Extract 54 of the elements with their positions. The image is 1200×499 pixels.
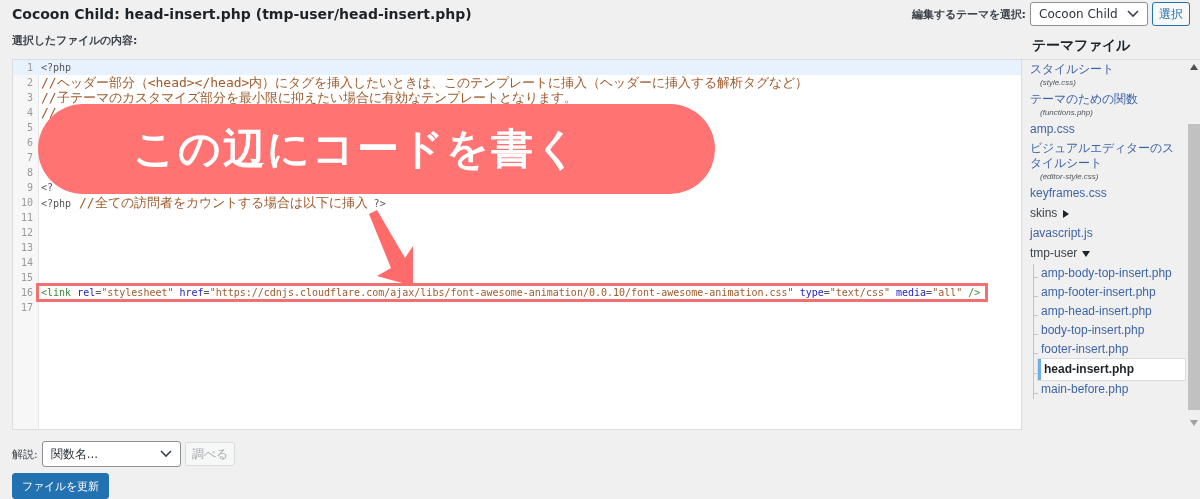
code-editor[interactable] bbox=[12, 59, 1022, 430]
code-text: <?php //全ての訪問者をカウントする場合は以下に挿入 ?> bbox=[40, 193, 387, 212]
line-number: 9 bbox=[25, 182, 33, 193]
line-number: 2 bbox=[25, 77, 33, 88]
file-link[interactable]: amp.css bbox=[1030, 120, 1185, 139]
theme-select-label: 編集するテーマを選択: bbox=[911, 6, 1026, 22]
folder-toggle[interactable]: skins bbox=[1030, 206, 1058, 221]
docs-label: 解説: bbox=[12, 446, 38, 462]
file-link[interactable]: body-top-insert.php bbox=[1038, 321, 1185, 340]
file-link[interactable]: main-before.php bbox=[1038, 380, 1185, 399]
file-link[interactable]: head-insert.php bbox=[1038, 359, 1185, 380]
line-number: 10 bbox=[19, 197, 33, 208]
line-number: 1 bbox=[25, 62, 33, 73]
line-number: 15 bbox=[19, 272, 33, 283]
select-button[interactable]: 選択 bbox=[1152, 2, 1190, 26]
line-number: 13 bbox=[19, 242, 33, 253]
file-link[interactable]: amp-head-insert.php bbox=[1038, 302, 1185, 321]
caret-down-icon[interactable] bbox=[1082, 249, 1091, 258]
sidebar-title: テーマファイル bbox=[1031, 36, 1131, 55]
code-text: <? bbox=[40, 182, 55, 193]
file-link[interactable]: スタイルシート (style.css) bbox=[1030, 60, 1185, 90]
code-text: //子テーマのカスタマイズ部分を最小限に抑えたい場合に有効なテンプレートとなります。 bbox=[40, 89, 578, 107]
update-file-button[interactable]: ファイルを更新 bbox=[12, 473, 109, 499]
code-text: //ヘッダー部分（<head></head>内）にタグを挿入したいときは、このテンプレートに挿入（ヘッダーに挿入する解析タグなど） bbox=[40, 73, 810, 90]
line-number: 6 bbox=[25, 137, 33, 148]
line-number: 3 bbox=[25, 92, 33, 103]
code-text: // bbox=[40, 105, 58, 120]
line-number: 17 bbox=[19, 302, 33, 313]
file-link[interactable]: keyframes.css bbox=[1030, 184, 1185, 203]
file-link[interactable]: footer-insert.php bbox=[1038, 340, 1185, 359]
page-title: Cocoon Child: head-insert.php (tmp-user/head-insert.php) bbox=[12, 6, 472, 22]
code-text: <?php bbox=[40, 62, 73, 73]
folder-toggle[interactable]: tmp-user bbox=[1030, 246, 1078, 261]
file-link[interactable]: テーマのための関数 (functions.php) bbox=[1030, 90, 1185, 120]
line-number: 11 bbox=[19, 212, 33, 223]
scrollbar-thumb[interactable] bbox=[1187, 124, 1200, 410]
file-link[interactable]: ビジュアルエディターのスタイルシート (editor-style.css) bbox=[1030, 139, 1185, 184]
line-number: 7 bbox=[25, 152, 33, 163]
line-number: 16 bbox=[19, 287, 33, 298]
line-number: 5 bbox=[25, 122, 33, 133]
line-number: 12 bbox=[19, 227, 33, 238]
content-label: 選択したファイルの内容: bbox=[12, 33, 139, 49]
function-select[interactable]: 関数名... bbox=[41, 441, 181, 467]
file-link[interactable]: javascript.js bbox=[1030, 224, 1185, 243]
caret-right-icon[interactable] bbox=[1062, 209, 1071, 218]
chevron-down-icon bbox=[1127, 10, 1139, 18]
line-number: 4 bbox=[25, 107, 33, 118]
file-link[interactable]: amp-body-top-insert.php bbox=[1038, 264, 1185, 283]
line-number: 8 bbox=[25, 167, 33, 178]
chevron-down-icon bbox=[159, 450, 172, 458]
theme-select[interactable]: Cocoon Child bbox=[1030, 2, 1148, 26]
line-number: 14 bbox=[19, 257, 33, 268]
scroll-up-icon[interactable] bbox=[1189, 64, 1198, 70]
file-link[interactable]: amp-footer-insert.php bbox=[1038, 283, 1185, 302]
